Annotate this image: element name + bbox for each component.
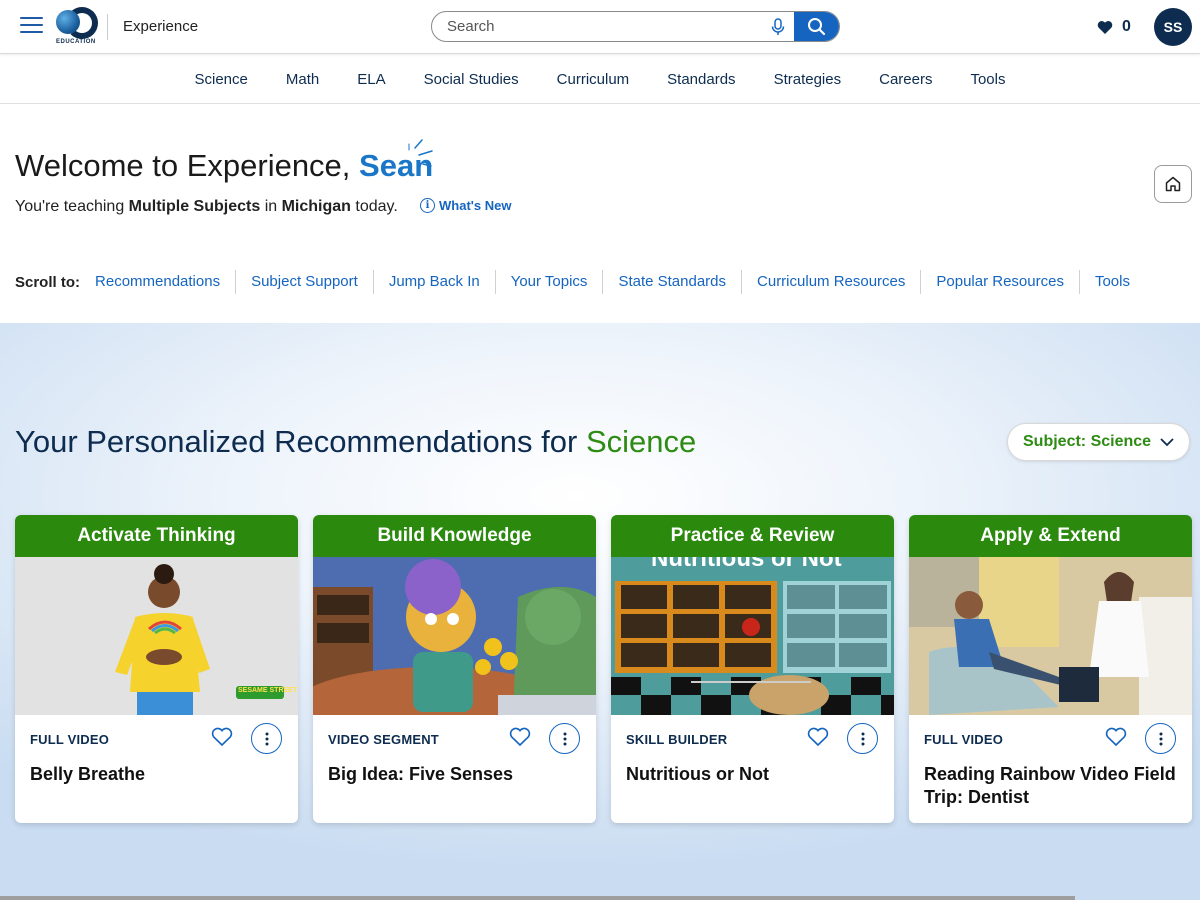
brand-divider bbox=[107, 14, 108, 40]
chevron-down-icon bbox=[1160, 437, 1174, 446]
logo-globe-icon bbox=[56, 10, 80, 34]
card-title[interactable]: Nutritious or Not bbox=[626, 763, 881, 786]
nav-curriculum[interactable]: Curriculum bbox=[557, 71, 630, 88]
card-header: Practice & Review bbox=[611, 515, 894, 557]
card-type: FULL VIDEO bbox=[924, 732, 1004, 747]
more-options-button[interactable] bbox=[1145, 723, 1176, 754]
teaching-subjects: Multiple Subjects bbox=[128, 198, 261, 215]
card-thumbnail[interactable] bbox=[313, 557, 596, 715]
user-avatar[interactable]: SS bbox=[1154, 8, 1192, 46]
favorites-button[interactable]: 0 bbox=[1097, 17, 1131, 37]
heart-icon bbox=[1097, 20, 1113, 34]
dentist-visit-illustration bbox=[909, 557, 1192, 715]
card-header: Apply & Extend bbox=[909, 515, 1192, 557]
top-bar: EDUCATION Experience 0 SS bbox=[0, 0, 1200, 54]
nav-social-studies[interactable]: Social Studies bbox=[424, 71, 519, 88]
card-type: FULL VIDEO bbox=[30, 732, 110, 747]
kebab-icon bbox=[265, 732, 268, 745]
teaching-summary: You're teaching Multiple Subjects in Mic… bbox=[15, 198, 398, 216]
home-button[interactable] bbox=[1154, 165, 1192, 203]
recommendation-card[interactable]: Activate Thinking SESAME STREET FULL VID… bbox=[15, 515, 298, 823]
scroll-to-bar: Scroll to: Recommendations Subject Suppo… bbox=[15, 270, 1145, 294]
kebab-icon bbox=[1159, 732, 1162, 745]
sid-the-science-kid-illustration bbox=[313, 557, 596, 715]
card-image-caption: Nutritious or Not bbox=[651, 557, 842, 572]
more-options-button[interactable] bbox=[549, 723, 580, 754]
heart-outline-icon[interactable] bbox=[1105, 727, 1127, 747]
heart-outline-icon[interactable] bbox=[211, 727, 233, 747]
more-options-button[interactable] bbox=[847, 723, 878, 754]
teaching-mid: in bbox=[260, 198, 282, 215]
nav-tools[interactable]: Tools bbox=[970, 71, 1005, 88]
search-button[interactable] bbox=[794, 12, 839, 41]
brand-name[interactable]: Experience bbox=[123, 18, 198, 35]
heart-outline-icon[interactable] bbox=[509, 727, 531, 747]
subject-select[interactable]: Subject: Science bbox=[1007, 423, 1190, 461]
kebab-icon bbox=[563, 732, 566, 745]
nav-standards[interactable]: Standards bbox=[667, 71, 735, 88]
card-title[interactable]: Belly Breathe bbox=[30, 763, 285, 786]
nav-strategies[interactable]: Strategies bbox=[774, 71, 842, 88]
card-title[interactable]: Big Idea: Five Senses bbox=[328, 763, 583, 786]
card-type: VIDEO SEGMENT bbox=[328, 732, 439, 747]
card-thumbnail[interactable]: SESAME STREET bbox=[15, 557, 298, 715]
nav-math[interactable]: Math bbox=[286, 71, 319, 88]
sesame-street-badge: SESAME STREET bbox=[238, 687, 298, 694]
nav-careers[interactable]: Careers bbox=[879, 71, 932, 88]
subject-select-label: Subject: Science bbox=[1023, 433, 1152, 450]
recommendation-card[interactable]: Build Knowledge VIDEO SEGMENT Big Idea: … bbox=[313, 515, 596, 823]
welcome-heading: Welcome to Experience, Sean bbox=[15, 148, 433, 184]
scroll-link-jump-back-in[interactable]: Jump Back In bbox=[372, 270, 495, 294]
search-bar bbox=[431, 11, 840, 42]
card-thumbnail[interactable] bbox=[909, 557, 1192, 715]
card-header: Activate Thinking bbox=[15, 515, 298, 557]
kebab-icon bbox=[861, 732, 864, 745]
discovery-education-logo[interactable]: EDUCATION bbox=[54, 6, 102, 48]
scroll-link-curriculum-resources[interactable]: Curriculum Resources bbox=[741, 270, 920, 294]
card-header: Build Knowledge bbox=[313, 515, 596, 557]
recommendations-title-prefix: Your Personalized Recommendations for bbox=[15, 424, 586, 459]
sparkle-icon bbox=[408, 139, 433, 167]
whats-new-label: What's New bbox=[439, 198, 512, 213]
scroll-link-tools[interactable]: Tools bbox=[1078, 270, 1145, 294]
recommendation-card[interactable]: Practice & Review Nutritious or Not SKIL… bbox=[611, 515, 894, 823]
scroll-link-your-topics[interactable]: Your Topics bbox=[494, 270, 603, 294]
horizontal-scrollbar[interactable] bbox=[0, 896, 1075, 900]
home-icon bbox=[1165, 176, 1181, 192]
card-title[interactable]: Reading Rainbow Video Field Trip: Dentis… bbox=[924, 763, 1179, 809]
subject-nav: Science Math ELA Social Studies Curricul… bbox=[0, 55, 1200, 104]
teaching-prefix: You're teaching bbox=[15, 198, 129, 215]
microphone-icon[interactable] bbox=[770, 18, 786, 36]
scroll-link-subject-support[interactable]: Subject Support bbox=[235, 270, 373, 294]
welcome-prefix: Welcome to Experience, bbox=[15, 148, 360, 183]
heart-outline-icon[interactable] bbox=[807, 727, 829, 747]
whats-new-link[interactable]: i What's New bbox=[420, 198, 511, 213]
teaching-suffix: today. bbox=[350, 198, 398, 215]
search-icon bbox=[808, 18, 826, 36]
teaching-state: Michigan bbox=[281, 198, 351, 215]
scroll-link-popular-resources[interactable]: Popular Resources bbox=[920, 270, 1079, 294]
nav-science[interactable]: Science bbox=[195, 71, 248, 88]
card-type: SKILL BUILDER bbox=[626, 732, 728, 747]
card-thumbnail[interactable]: Nutritious or Not bbox=[611, 557, 894, 715]
scroll-to-label: Scroll to: bbox=[15, 273, 81, 291]
scroll-link-state-standards[interactable]: State Standards bbox=[602, 270, 741, 294]
search-input[interactable] bbox=[432, 12, 777, 41]
nav-ela[interactable]: ELA bbox=[357, 71, 385, 88]
hamburger-menu-icon[interactable] bbox=[20, 17, 43, 35]
more-options-button[interactable] bbox=[251, 723, 282, 754]
favorites-count: 0 bbox=[1122, 18, 1131, 35]
logo-text: EDUCATION bbox=[56, 39, 96, 45]
grocery-shelves-illustration bbox=[611, 557, 894, 715]
scroll-link-recommendations[interactable]: Recommendations bbox=[95, 270, 235, 294]
recommendations-title: Your Personalized Recommendations for Sc… bbox=[15, 424, 696, 460]
recommendation-card[interactable]: Apply & Extend FULL VIDEO Reading Rainbo… bbox=[909, 515, 1192, 823]
recommendations-title-subject: Science bbox=[585, 424, 697, 459]
info-icon: i bbox=[420, 198, 435, 213]
